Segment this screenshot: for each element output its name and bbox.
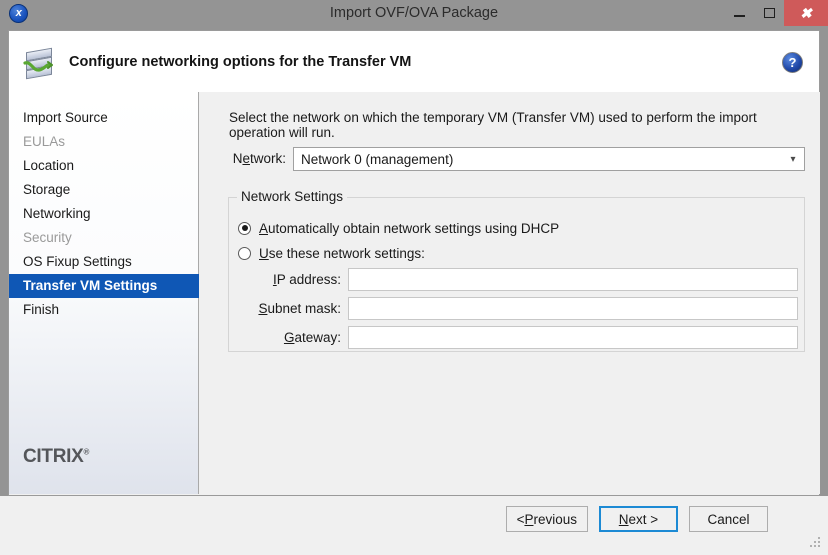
radio-dhcp-dot (241, 225, 248, 231)
window-title: Import OVF/OVA Package (329, 5, 499, 21)
sidebar-item-os-fixup-settings[interactable]: OS Fixup Settings (9, 250, 199, 274)
radio-dhcp-row[interactable]: Automatically obtain network settings us… (238, 217, 559, 239)
transfer-vm-network-icon (21, 43, 61, 83)
radio-dhcp-label: Automatically obtain network settings us… (259, 220, 560, 236)
gateway-row: Gateway: (229, 326, 806, 350)
maximize-button[interactable] (754, 0, 784, 26)
radio-dhcp[interactable] (238, 221, 251, 235)
network-settings-group: Network Settings Automatically obtain ne… (228, 189, 806, 352)
chevron-down-icon: ▾ (790, 153, 796, 165)
network-settings-legend: Network Settings (237, 189, 348, 204)
wizard-body: Import Source EULAs Location Storage Net… (8, 92, 820, 496)
import-ovf-ova-wizard-window: x Import OVF/OVA Package ✖ Configure net… (0, 0, 828, 555)
wizard-step-sidebar: Import Source EULAs Location Storage Net… (9, 92, 199, 494)
wizard-content-pane: Select the network on which the temporar… (200, 92, 820, 494)
subnet-mask-row: Subnet mask: (229, 297, 806, 321)
subnet-mask-label: Subnet mask: (258, 301, 341, 316)
sidebar-item-location[interactable]: Location (9, 154, 199, 178)
subnet-mask-input[interactable] (348, 297, 798, 320)
resize-grip-icon[interactable] (810, 537, 822, 549)
gateway-label: Gateway: (283, 330, 341, 345)
sidebar-item-import-source[interactable]: Import Source (9, 106, 199, 130)
ip-address-label: IP address: (272, 272, 341, 287)
sidebar-item-eulas: EULAs (23, 134, 66, 149)
radio-static[interactable] (238, 246, 251, 260)
next-button[interactable]: Next > (599, 506, 678, 532)
page-title: Configure networking options for the Tra… (69, 54, 412, 70)
help-glyph: ? (788, 55, 797, 70)
ip-address-input[interactable] (348, 268, 798, 291)
ip-address-row: IP address: (229, 268, 806, 292)
sidebar-item-security: Security (23, 230, 72, 245)
minimize-button[interactable] (724, 0, 754, 26)
network-label: Network: (232, 151, 286, 166)
cancel-button[interactable]: Cancel (689, 506, 768, 532)
gateway-input[interactable] (348, 326, 798, 349)
sidebar-item-networking[interactable]: Networking (9, 202, 199, 226)
maximize-icon (763, 8, 775, 18)
citrix-wordmark: CITRIX (23, 446, 84, 467)
radio-static-row[interactable]: Use these network settings: (238, 242, 425, 264)
radio-static-label: Use these network settings: (259, 245, 425, 261)
network-selector-row: Network: Network 0 (management) ▾ (200, 147, 820, 171)
help-icon[interactable]: ? (782, 52, 803, 73)
registered-mark: ® (83, 447, 90, 457)
footer-button-row: < Previous Next > Cancel (505, 506, 768, 532)
step-list: Import Source EULAs Location Storage Net… (9, 106, 199, 322)
title-bar[interactable]: x Import OVF/OVA Package ✖ (0, 0, 828, 26)
network-dropdown-value: Network 0 (management) (301, 151, 454, 167)
intro-text: Select the network on which the temporar… (229, 110, 757, 140)
sidebar-item-finish[interactable]: Finish (9, 298, 199, 322)
minimize-icon (733, 14, 745, 17)
citrix-brand-logo: CITRIX® (23, 446, 89, 468)
window-controls: ✖ (724, 0, 828, 26)
wizard-header: Configure networking options for the Tra… (8, 30, 820, 92)
footer-panel: < Previous Next > Cancel (8, 497, 820, 548)
close-icon: ✖ (800, 5, 812, 21)
wizard-footer: < Previous Next > Cancel (0, 496, 828, 555)
sidebar-item-storage[interactable]: Storage (9, 178, 199, 202)
sidebar-item-transfer-vm-settings[interactable]: Transfer VM Settings (9, 274, 199, 298)
network-dropdown[interactable]: Network 0 (management) ▾ (293, 147, 805, 171)
previous-button[interactable]: < Previous (505, 506, 588, 532)
close-button[interactable]: ✖ (784, 0, 828, 26)
